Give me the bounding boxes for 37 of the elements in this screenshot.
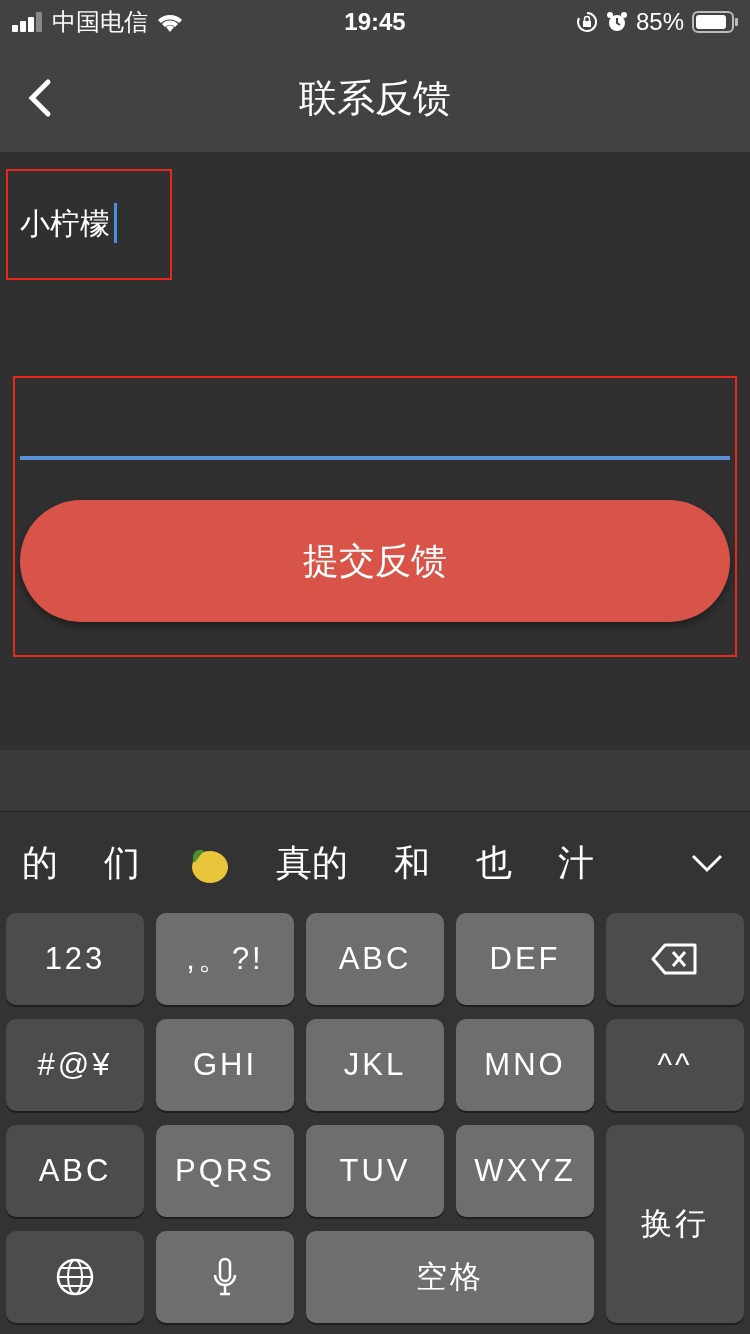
keyboard-key[interactable]: ABC — [306, 913, 444, 1005]
keyboard-key[interactable]: 空格 — [306, 1231, 594, 1323]
battery-percent: 85% — [635, 7, 684, 37]
name-field[interactable]: 小柠檬 — [20, 200, 114, 246]
keyboard-key[interactable]: DEF — [456, 913, 594, 1005]
candidate-word[interactable]: 的 — [22, 835, 58, 890]
status-time: 19:45 — [343, 7, 407, 37]
signal-icon — [12, 12, 44, 32]
candidate-word[interactable]: 和 — [394, 835, 430, 890]
keyboard-key[interactable]: 换行 — [606, 1125, 744, 1323]
candidate-word[interactable]: 们 — [104, 835, 140, 890]
candidate-word[interactable]: 真的 — [276, 835, 348, 890]
alarm-icon — [605, 11, 628, 33]
submit-button[interactable]: 提交反馈 — [20, 500, 730, 622]
microphone-icon — [212, 1257, 238, 1297]
page-title: 联系反馈 — [299, 75, 451, 121]
battery-icon — [692, 11, 738, 33]
candidate-word[interactable]: 汁 — [558, 835, 594, 890]
carrier-name: 中国电信 — [52, 7, 148, 37]
globe-key[interactable] — [6, 1231, 144, 1323]
keyboard-key[interactable]: MNO — [456, 1019, 594, 1111]
keyboard-key[interactable]: TUV — [306, 1125, 444, 1217]
backspace-icon — [651, 943, 699, 975]
keyboard-key[interactable]: PQRS — [156, 1125, 294, 1217]
keyboard-key[interactable]: 123 — [6, 913, 144, 1005]
keyboard-key[interactable]: #@¥ — [6, 1019, 144, 1111]
keyboard-key[interactable]: JKL — [306, 1019, 444, 1111]
keyboard-key[interactable]: ABC — [6, 1125, 144, 1217]
wifi-icon — [156, 12, 184, 32]
globe-icon — [55, 1257, 95, 1297]
backspace-key[interactable] — [606, 913, 744, 1005]
keyboard-key[interactable]: ^^ — [606, 1019, 744, 1111]
keyboard-key[interactable]: ,。?! — [156, 913, 294, 1005]
candidate-word[interactable]: 也 — [476, 835, 512, 890]
keyboard-key[interactable]: GHI — [156, 1019, 294, 1111]
keyboard-key[interactable]: WXYZ — [456, 1125, 594, 1217]
rotation-lock-icon — [575, 11, 598, 33]
